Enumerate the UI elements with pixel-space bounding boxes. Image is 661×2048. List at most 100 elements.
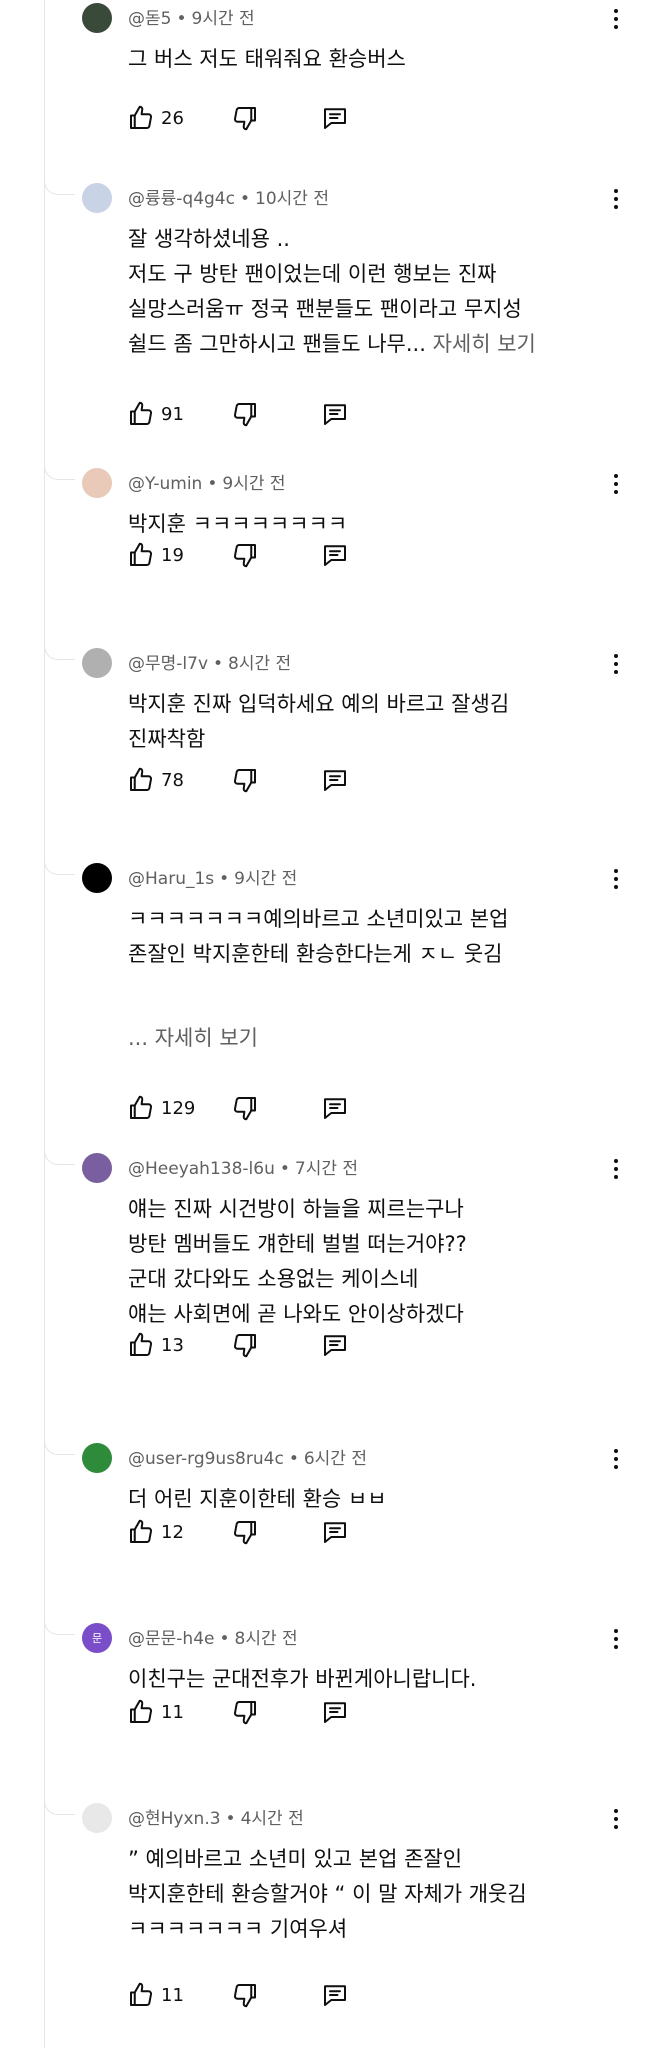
thread-connector xyxy=(44,457,75,480)
menu-dot xyxy=(614,1629,618,1633)
reply-icon[interactable] xyxy=(320,399,350,429)
comment-meta: @돋5 • 9시간 전 xyxy=(128,4,255,29)
comment-meta: @user-rg9us8ru4c • 6시간 전 xyxy=(128,1444,367,1469)
reply-icon[interactable] xyxy=(320,1697,350,1727)
comment-line-text: ” 예의바르고 소년미 있고 본업 존잘인 xyxy=(128,1847,463,1871)
menu-dot xyxy=(614,197,618,201)
comment-meta: @Heeyah138-l6u • 7시간 전 xyxy=(128,1154,358,1179)
reply-icon[interactable] xyxy=(320,1980,350,2010)
avatar[interactable] xyxy=(82,3,112,33)
like-button[interactable]: 26 xyxy=(126,103,230,133)
thumb-down-icon[interactable] xyxy=(230,540,260,570)
reply-icon[interactable] xyxy=(320,765,350,795)
timestamp[interactable]: 7시간 전 xyxy=(295,1159,358,1179)
menu-dot xyxy=(614,9,618,13)
menu-dot xyxy=(614,474,618,478)
reply-icon[interactable] xyxy=(320,103,350,133)
reply-icon[interactable] xyxy=(320,540,350,570)
more-vert-icon[interactable] xyxy=(606,864,626,894)
thumb-down-icon[interactable] xyxy=(230,1093,260,1123)
like-button[interactable]: 11 xyxy=(126,1697,230,1727)
more-vert-icon[interactable] xyxy=(606,1154,626,1184)
read-more-link[interactable]: 자세히 보기 xyxy=(426,332,536,356)
thumb-down-icon[interactable] xyxy=(230,765,260,795)
more-vert-icon[interactable] xyxy=(606,1804,626,1834)
thumb-down-icon[interactable] xyxy=(230,1517,260,1547)
timestamp[interactable]: 4시간 전 xyxy=(241,1809,304,1829)
menu-dot xyxy=(614,17,618,21)
comment-line: ㅋㅋㅋㅋㅋㅋㅋ예의바르고 소년미있고 본업 xyxy=(128,902,608,937)
timestamp[interactable]: 10시간 전 xyxy=(255,189,329,209)
comment-line: 박지훈한테 환승할거야 “ 이 말 자체가 개웃김 xyxy=(128,1877,608,1912)
like-count: 78 xyxy=(161,769,184,791)
thumb-up-icon xyxy=(126,1093,156,1123)
like-button[interactable]: 11 xyxy=(126,1980,230,2010)
like-button[interactable]: 91 xyxy=(126,399,230,429)
author-name[interactable]: @Y-umin xyxy=(128,474,202,494)
like-button[interactable]: 12 xyxy=(126,1517,230,1547)
more-vert-icon[interactable] xyxy=(606,469,626,499)
menu-dot xyxy=(614,1817,618,1821)
timestamp[interactable]: 8시간 전 xyxy=(235,1629,298,1649)
avatar[interactable] xyxy=(82,863,112,893)
author-name[interactable]: @문문-h4e xyxy=(128,1629,214,1649)
comment-line-text: 이친구는 군대전후가 바뀐게아니랍니다. xyxy=(128,1667,477,1691)
like-button[interactable]: 13 xyxy=(126,1330,230,1360)
reply-icon[interactable] xyxy=(320,1517,350,1547)
comment-actions: 11 xyxy=(126,1692,350,1732)
like-count: 11 xyxy=(161,1984,184,2006)
thumb-up-icon xyxy=(126,1697,156,1727)
thumb-down-icon[interactable] xyxy=(230,399,260,429)
more-vert-icon[interactable] xyxy=(606,649,626,679)
avatar[interactable] xyxy=(82,648,112,678)
thumb-down-icon[interactable] xyxy=(230,1697,260,1727)
like-button[interactable]: 129 xyxy=(126,1093,230,1123)
comment-line: 그 버스 저도 태워줘요 환승버스 xyxy=(128,42,608,77)
more-vert-icon[interactable] xyxy=(606,1444,626,1474)
comment-line-text: ㅋㅋㅋㅋㅋㅋㅋ 기여우셔 xyxy=(128,1917,348,1941)
comment-line-text: 방탄 멤버들도 걔한테 벌벌 떠는거야?? xyxy=(128,1232,467,1256)
read-more-link[interactable]: ... 자세히 보기 xyxy=(128,1022,258,1052)
like-count: 19 xyxy=(161,544,184,566)
thumb-down-icon[interactable] xyxy=(230,1330,260,1360)
avatar[interactable] xyxy=(82,1803,112,1833)
thumb-down-icon[interactable] xyxy=(230,103,260,133)
comment-line: 얘는 진짜 시건방이 하늘을 찌르는구나 xyxy=(128,1192,608,1227)
comment-actions: 26 xyxy=(126,98,350,138)
thumb-down-icon[interactable] xyxy=(230,1980,260,2010)
like-button[interactable]: 78 xyxy=(126,765,230,795)
comment-text: 그 버스 저도 태워줘요 환승버스 xyxy=(128,42,608,77)
comment-line: ” 예의바르고 소년미 있고 본업 존잘인 xyxy=(128,1842,608,1877)
comment-actions: 13 xyxy=(126,1325,350,1365)
thread-connector xyxy=(44,1792,75,1815)
reply-icon[interactable] xyxy=(320,1093,350,1123)
avatar[interactable] xyxy=(82,468,112,498)
author-name[interactable]: @user-rg9us8ru4c xyxy=(128,1449,284,1469)
thumb-up-icon xyxy=(126,399,156,429)
author-name[interactable]: @돋5 xyxy=(128,9,171,29)
author-name[interactable]: @Heeyah138-l6u xyxy=(128,1159,275,1179)
timestamp[interactable]: 9시간 전 xyxy=(192,9,255,29)
comment-meta: @현Hyxn.3 • 4시간 전 xyxy=(128,1804,304,1829)
avatar[interactable] xyxy=(82,183,112,213)
more-vert-icon[interactable] xyxy=(606,1624,626,1654)
reply-icon[interactable] xyxy=(320,1330,350,1360)
author-name[interactable]: @Haru_1s xyxy=(128,869,214,889)
author-name[interactable]: @무명-l7v xyxy=(128,654,208,674)
timestamp[interactable]: 6시간 전 xyxy=(304,1449,367,1469)
author-name[interactable]: @륭륭-q4g4c xyxy=(128,189,235,209)
avatar[interactable] xyxy=(82,1153,112,1183)
timestamp[interactable]: 9시간 전 xyxy=(222,474,285,494)
comment-line: ㅋㅋㅋㅋㅋㅋㅋ 기여우셔 xyxy=(128,1912,608,1947)
comment-line: 존잘인 박지훈한테 환승한다는게 ㅈㄴ 웃김 xyxy=(128,937,608,972)
avatar[interactable]: 문 xyxy=(82,1623,112,1653)
comment-actions: 19 xyxy=(126,535,350,575)
like-button[interactable]: 19 xyxy=(126,540,230,570)
more-vert-icon[interactable] xyxy=(606,184,626,214)
avatar[interactable] xyxy=(82,1443,112,1473)
author-name[interactable]: @현Hyxn.3 xyxy=(128,1809,221,1829)
timestamp[interactable]: 8시간 전 xyxy=(228,654,291,674)
timestamp[interactable]: 9시간 전 xyxy=(234,869,297,889)
more-vert-icon[interactable] xyxy=(606,4,626,34)
menu-dot xyxy=(614,654,618,658)
